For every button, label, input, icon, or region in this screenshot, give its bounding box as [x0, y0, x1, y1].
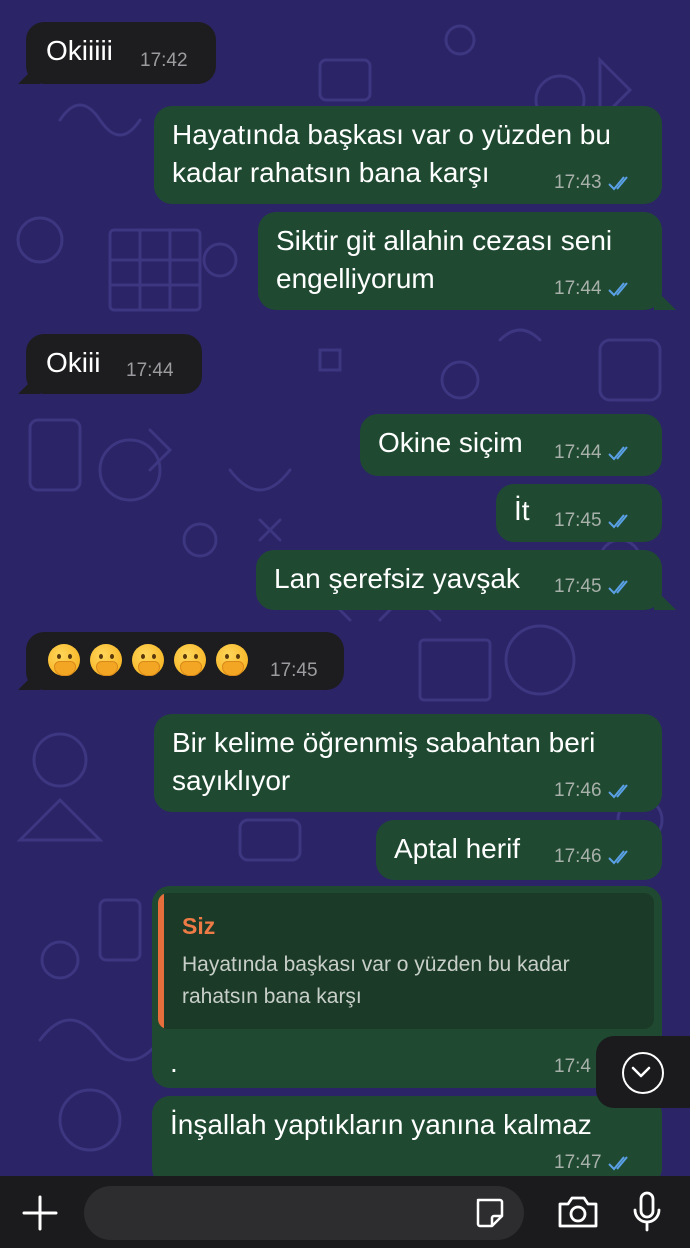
hand-over-mouth-emoji [132, 644, 164, 676]
message-outgoing[interactable]: İt 17:45 [496, 484, 662, 542]
camera-icon[interactable] [556, 1192, 600, 1232]
hand-over-mouth-emoji [90, 644, 122, 676]
double-check-icon [607, 446, 628, 461]
message-time: 17:45 [554, 510, 634, 532]
message-text-line2: sayıklıyor [172, 765, 291, 796]
message-outgoing[interactable]: Lan şerefsiz yavşak 17:45 [256, 550, 662, 610]
message-outgoing[interactable]: Hayatında başkası var o yüzden bu kadar … [154, 106, 662, 204]
message-time: 17:4 [554, 1056, 591, 1077]
double-check-icon [607, 784, 628, 799]
message-time: 17:42 [140, 50, 188, 71]
message-text: Aptal herif [394, 833, 521, 864]
hand-over-mouth-emoji [174, 644, 206, 676]
double-check-icon [607, 514, 628, 529]
message-text: Okine siçim [378, 427, 523, 458]
message-outgoing[interactable]: Siktir git allahin cezası seni engelliyo… [258, 212, 662, 310]
double-check-icon [607, 1156, 628, 1171]
quoted-message[interactable]: Siz Hayatında başkası var o yüzden bu ka… [158, 893, 654, 1029]
message-text: Okiiiii [46, 35, 113, 66]
message-text-line1: Hayatında başkası var o yüzden bu [172, 119, 611, 150]
quote-author: Siz [182, 913, 216, 939]
hand-over-mouth-emoji [216, 644, 248, 676]
message-text: İnşallah yaptıkların yanına kalmaz [170, 1109, 592, 1140]
message-outgoing[interactable]: Aptal herif 17:46 [376, 820, 662, 880]
message-text: Okiii [46, 347, 101, 378]
message-outgoing[interactable]: Bir kelime öğrenmiş sabahtan beri sayıkl… [154, 714, 662, 812]
double-check-icon [607, 282, 628, 297]
message-incoming-emoji[interactable]: 17:45 [26, 632, 344, 690]
hand-over-mouth-emoji [48, 644, 80, 676]
message-input-bar [0, 1176, 690, 1248]
plus-icon[interactable] [20, 1193, 60, 1233]
message-time: 17:44 [554, 278, 634, 300]
message-incoming[interactable]: Okiii 17:44 [26, 334, 202, 394]
message-time: 17:43 [554, 172, 634, 194]
emoji-row [48, 644, 258, 676]
message-text-line2: engelliyorum [276, 263, 435, 294]
message-incoming[interactable]: Okiiiii 17:42 [26, 22, 216, 84]
message-time: 17:44 [554, 442, 634, 464]
message-text: İt [514, 495, 530, 526]
message-outgoing[interactable]: İnşallah yaptıkların yanına kalmaz 17:47 [152, 1096, 662, 1186]
double-check-icon [607, 580, 628, 595]
message-time: 17:46 [554, 846, 634, 868]
message-time: 17:44 [126, 360, 174, 381]
message-outgoing[interactable]: Okine siçim 17:44 [360, 414, 662, 476]
message-text: . [170, 1047, 178, 1078]
scroll-to-bottom-button[interactable] [596, 1036, 690, 1108]
message-input[interactable] [84, 1186, 524, 1240]
message-text-line2: kadar rahatsın bana karşı [172, 157, 490, 188]
message-time: 17:45 [270, 660, 318, 681]
message-time: 17:45 [554, 576, 634, 598]
double-check-icon [607, 176, 628, 191]
message-text: Lan şerefsiz yavşak [274, 563, 520, 594]
quote-text: Hayatında başkası var o yüzden bu kadar … [182, 953, 570, 1008]
message-time: 17:46 [554, 780, 634, 802]
sticker-icon[interactable] [472, 1196, 506, 1230]
double-check-icon [607, 850, 628, 865]
message-text-line1: Siktir git allahin cezası seni [276, 225, 613, 256]
message-text-line1: Bir kelime öğrenmiş sabahtan beri [172, 727, 596, 758]
chevron-down-icon [622, 1052, 664, 1094]
quote-accent-bar [158, 893, 164, 1029]
message-time: 17:47 [554, 1152, 634, 1174]
microphone-icon[interactable] [630, 1190, 664, 1234]
